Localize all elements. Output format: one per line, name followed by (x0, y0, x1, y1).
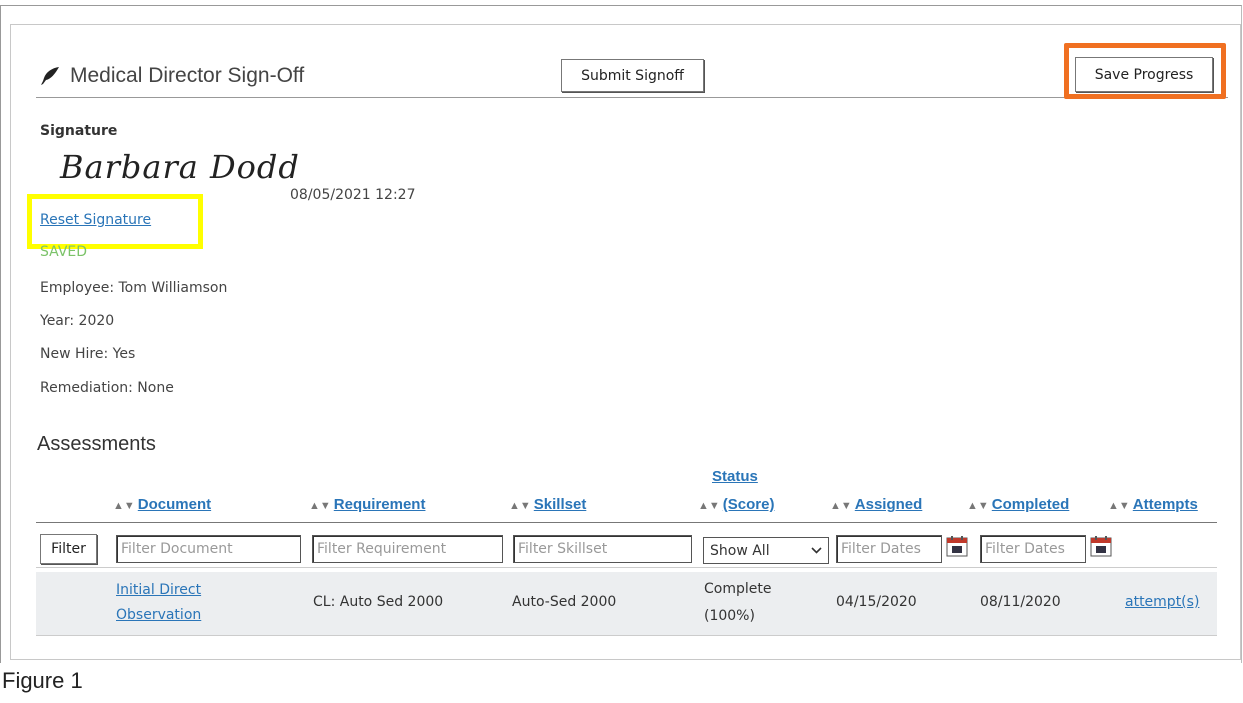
assigned-date-cell: 04/15/2020 (836, 594, 917, 610)
year-info: Year: 2020 (40, 313, 115, 329)
filter-skillset-input[interactable]: Filter Skillset (513, 535, 692, 563)
signoff-panel (10, 24, 1241, 660)
column-header-assigned[interactable]: ▲▼ Assigned (830, 496, 922, 513)
column-header-completed[interactable]: ▲▼ Completed (967, 496, 1069, 513)
sort-assigned-link[interactable]: Assigned (855, 496, 923, 513)
filter-document-input[interactable]: Filter Document (116, 535, 301, 563)
column-header-skillset[interactable]: ▲▼ Skillset (509, 496, 586, 513)
sort-icon: ▲▼ (509, 500, 531, 512)
sort-icon: ▲▼ (698, 500, 720, 512)
sort-completed-link[interactable]: Completed (992, 496, 1070, 513)
feather-icon (41, 67, 59, 85)
attempts-link[interactable]: attempt(s) (1125, 594, 1199, 610)
filter-button[interactable]: Filter (40, 534, 97, 564)
signature-datetime: 08/05/2021 12:27 (290, 187, 416, 203)
signature-label: Signature (40, 123, 118, 139)
page-title: Medical Director Sign-Off (70, 64, 305, 87)
signature-image: Barbara Dodd (60, 148, 300, 186)
saved-status: SAVED (40, 244, 88, 258)
filter-requirement-input[interactable]: Filter Requirement (312, 535, 503, 563)
sort-document-link[interactable]: Document (138, 496, 211, 513)
reset-signature-link[interactable]: Reset Signature (40, 212, 151, 228)
table-row: Initial Direct Observation CL: Auto Sed … (36, 572, 1217, 636)
column-header-document[interactable]: ▲▼ Document (113, 496, 211, 513)
remediation-info: Remediation: None (40, 380, 174, 396)
filter-completed-dates-input[interactable]: Filter Dates (980, 535, 1086, 563)
document-link[interactable]: Initial Direct (116, 582, 201, 598)
column-header-status-score[interactable]: ▲▼ (Score) (698, 496, 774, 513)
filter-assigned-dates-input[interactable]: Filter Dates (836, 535, 942, 563)
completed-date-cell: 08/11/2020 (980, 594, 1061, 610)
status-filter-select[interactable]: Show All (703, 537, 829, 564)
sort-icon: ▲▼ (830, 500, 852, 512)
figure-caption: Figure 1 (2, 668, 83, 693)
status-filter-value: Show All (710, 542, 770, 559)
chevron-down-icon (811, 547, 822, 554)
sort-skillset-link[interactable]: Skillset (534, 496, 587, 513)
sort-requirement-link[interactable]: Requirement (334, 496, 426, 513)
sort-icon: ▲▼ (309, 500, 331, 512)
new-hire-info: New Hire: Yes (40, 346, 136, 362)
sort-status-link[interactable]: Status (712, 468, 758, 485)
calendar-icon[interactable] (946, 535, 968, 557)
table-header-divider (36, 522, 1217, 523)
employee-info: Employee: Tom Williamson (40, 280, 228, 296)
submit-signoff-button[interactable]: Submit Signoff (561, 59, 704, 92)
sort-icon: ▲▼ (1108, 500, 1130, 512)
filter-row-divider (36, 567, 1217, 568)
document-link-line2[interactable]: Observation (116, 607, 201, 623)
score-cell: (100%) (704, 608, 755, 624)
column-header-status[interactable]: Status (712, 468, 758, 485)
sort-attempts-link[interactable]: Attempts (1133, 496, 1198, 513)
calendar-icon[interactable] (1090, 535, 1112, 557)
sort-score-link[interactable]: (Score) (723, 496, 775, 513)
sort-icon: ▲▼ (113, 500, 135, 512)
assessments-heading: Assessments (37, 433, 156, 455)
requirement-cell: CL: Auto Sed 2000 (313, 594, 444, 610)
column-header-requirement[interactable]: ▲▼ Requirement (309, 496, 425, 513)
skillset-cell: Auto-Sed 2000 (512, 594, 617, 610)
sort-icon: ▲▼ (967, 500, 989, 512)
highlight-box-orange (1064, 43, 1226, 99)
column-header-attempts[interactable]: ▲▼ Attempts (1108, 496, 1198, 513)
status-cell: Complete (704, 581, 772, 597)
